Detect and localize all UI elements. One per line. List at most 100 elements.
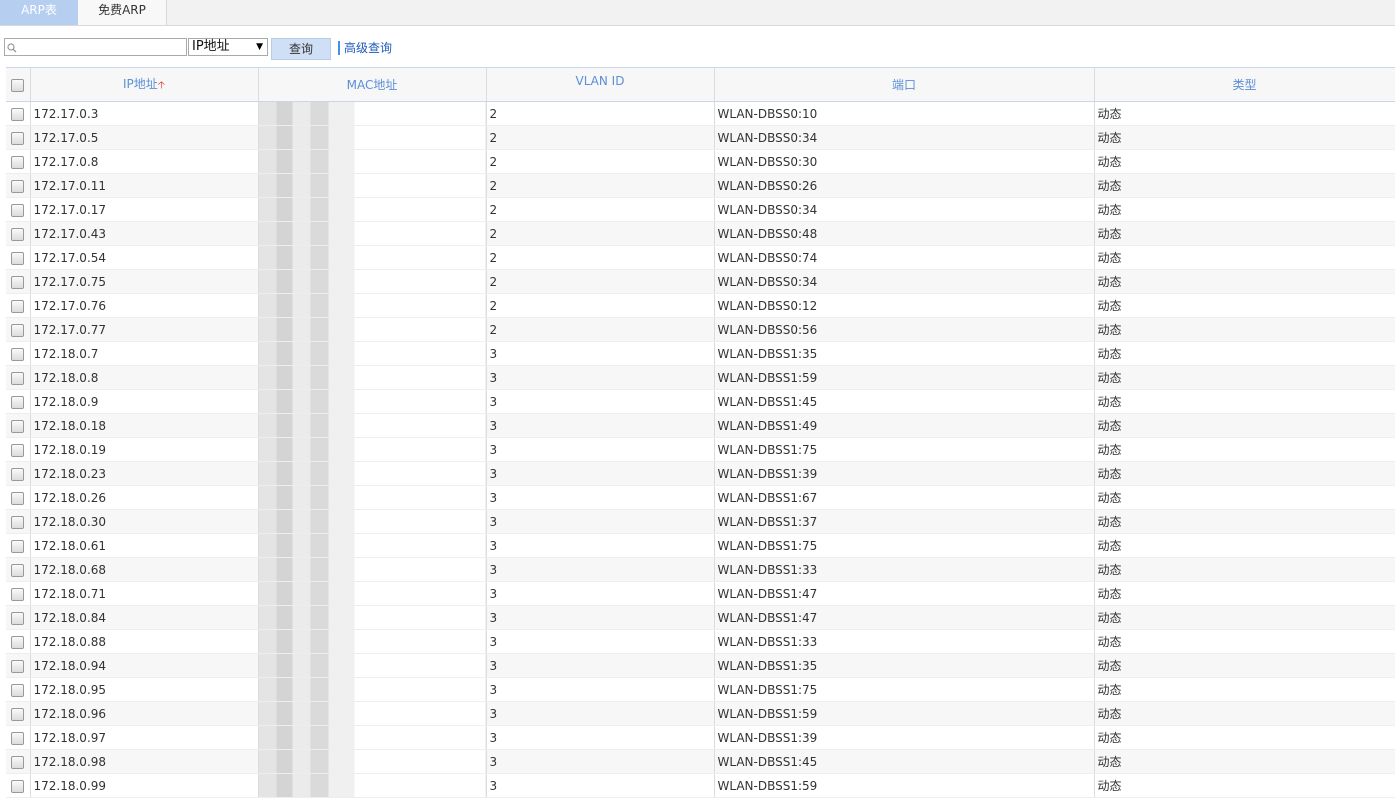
cell-vlan: 3 [486,413,715,438]
row-checkbox[interactable] [11,539,25,553]
table-row[interactable]: 172.17.0.75 2 WLAN-DBSS0:34 动态 [6,269,1395,294]
table-row[interactable]: 172.18.0.88 3 WLAN-DBSS1:33 动态 [6,629,1395,654]
row-checkbox[interactable] [11,107,25,121]
row-checkbox[interactable] [11,275,25,289]
row-checkbox[interactable] [11,131,25,145]
row-checkbox[interactable] [11,611,25,625]
table-row[interactable]: 172.18.0.98 3 WLAN-DBSS1:45 动态 [6,749,1395,774]
table-row[interactable]: 172.18.0.19 3 WLAN-DBSS1:75 动态 [6,437,1395,462]
row-checkbox[interactable] [11,299,25,313]
table-row[interactable]: 172.17.0.17 2 WLAN-DBSS0:34 动态 [6,197,1395,222]
row-checkbox[interactable] [11,227,25,241]
column-header-vlan[interactable]: VLAN ID [486,68,715,102]
tab-gratuitous-arp[interactable]: 免费ARP [78,0,167,25]
cell-ip: 172.18.0.7 [30,341,259,366]
row-checkbox[interactable] [11,491,25,505]
row-checkbox[interactable] [11,659,25,673]
table-row[interactable]: 172.17.0.5 2 WLAN-DBSS0:34 动态 [6,125,1395,150]
table-row[interactable]: 172.18.0.30 3 WLAN-DBSS1:37 动态 [6,509,1395,534]
table-row[interactable]: 172.18.0.68 3 WLAN-DBSS1:33 动态 [6,557,1395,582]
search-input[interactable] [18,39,184,55]
row-checkbox[interactable] [11,323,25,337]
table-row[interactable]: 172.17.0.8 2 WLAN-DBSS0:30 动态 [6,149,1395,174]
column-header-port[interactable]: 端口 [714,68,1095,102]
table-row[interactable]: 172.18.0.8 3 WLAN-DBSS1:59 动态 [6,365,1395,390]
select-all-checkbox[interactable] [11,78,25,92]
cell-type: 动态 [1094,677,1395,702]
cell-port: WLAN-DBSS1:47 [714,605,1095,630]
row-checkbox[interactable] [11,155,25,169]
table-row[interactable]: 172.18.0.61 3 WLAN-DBSS1:75 动态 [6,533,1395,558]
cell-port: WLAN-DBSS1:35 [714,341,1095,366]
table-row[interactable]: 172.17.0.76 2 WLAN-DBSS0:12 动态 [6,293,1395,318]
table-row[interactable]: 172.17.0.11 2 WLAN-DBSS0:26 动态 [6,173,1395,198]
table-row[interactable]: 172.18.0.18 3 WLAN-DBSS1:49 动态 [6,413,1395,438]
cell-ip: 172.18.0.95 [30,677,259,702]
table-row[interactable]: 172.18.0.23 3 WLAN-DBSS1:39 动态 [6,461,1395,486]
row-select-cell [6,533,31,558]
row-checkbox[interactable] [11,515,25,529]
cell-port: WLAN-DBSS0:34 [714,269,1095,294]
row-checkbox[interactable] [11,635,25,649]
table-row[interactable]: 172.18.0.84 3 WLAN-DBSS1:47 动态 [6,605,1395,630]
tab-bar: ARP表 免费ARP [0,0,1395,26]
cell-mac-redacted [258,605,487,630]
table-row[interactable]: 172.17.0.43 2 WLAN-DBSS0:48 动态 [6,221,1395,246]
table-row[interactable]: 172.18.0.96 3 WLAN-DBSS1:59 动态 [6,701,1395,726]
cell-vlan: 3 [486,605,715,630]
table-row[interactable]: 172.18.0.7 3 WLAN-DBSS1:35 动态 [6,341,1395,366]
row-checkbox[interactable] [11,395,25,409]
row-checkbox[interactable] [11,371,25,385]
cell-mac-redacted [258,437,487,462]
cell-mac-redacted [258,293,487,318]
row-checkbox[interactable] [11,707,25,721]
table-row[interactable]: 172.18.0.26 3 WLAN-DBSS1:67 动态 [6,485,1395,510]
row-checkbox[interactable] [11,731,25,745]
row-checkbox[interactable] [11,347,25,361]
cell-ip: 172.17.0.3 [30,101,259,126]
column-header-type[interactable]: 类型 [1094,68,1395,102]
tab-arp-table[interactable]: ARP表 [0,0,78,25]
filter-field-select[interactable]: IP地址 ▼ [188,38,268,56]
row-select-cell [6,677,31,702]
row-checkbox[interactable] [11,683,25,697]
column-header-ip[interactable]: IP地址🡡 [30,68,259,102]
table-row[interactable]: 172.18.0.9 3 WLAN-DBSS1:45 动态 [6,389,1395,414]
cell-vlan: 3 [486,437,715,462]
table-row[interactable]: 172.18.0.94 3 WLAN-DBSS1:35 动态 [6,653,1395,678]
cell-type: 动态 [1094,293,1395,318]
cell-type: 动态 [1094,101,1395,126]
row-checkbox[interactable] [11,203,25,217]
cell-ip: 172.18.0.94 [30,653,259,678]
row-checkbox[interactable] [11,179,25,193]
cell-ip: 172.18.0.88 [30,629,259,654]
cell-port: WLAN-DBSS1:59 [714,701,1095,726]
row-select-cell [6,197,31,222]
row-checkbox[interactable] [11,419,25,433]
table-row[interactable]: 172.17.0.77 2 WLAN-DBSS0:56 动态 [6,317,1395,342]
row-checkbox[interactable] [11,755,25,769]
column-header-mac[interactable]: MAC地址 [258,68,487,102]
row-checkbox[interactable] [11,443,25,457]
row-checkbox[interactable] [11,467,25,481]
table-row[interactable]: 172.18.0.71 3 WLAN-DBSS1:47 动态 [6,581,1395,606]
cell-mac-redacted [258,461,487,486]
query-button[interactable]: 查询 [271,38,331,60]
search-box[interactable] [4,38,187,56]
cell-mac-redacted [258,485,487,510]
cell-vlan: 3 [486,341,715,366]
cell-type: 动态 [1094,341,1395,366]
table-row[interactable]: 172.18.0.99 3 WLAN-DBSS1:59 动态 [6,773,1395,798]
advanced-query-link[interactable]: 高级查询 [344,40,392,56]
row-checkbox[interactable] [11,251,25,265]
table-row[interactable]: 172.17.0.54 2 WLAN-DBSS0:74 动态 [6,245,1395,270]
row-checkbox[interactable] [11,779,25,793]
row-checkbox[interactable] [11,563,25,577]
table-row[interactable]: 172.17.0.3 2 WLAN-DBSS0:10 动态 [6,101,1395,126]
cell-ip: 172.17.0.11 [30,173,259,198]
cell-port: WLAN-DBSS0:74 [714,245,1095,270]
table-row[interactable]: 172.18.0.95 3 WLAN-DBSS1:75 动态 [6,677,1395,702]
cell-port: WLAN-DBSS1:75 [714,533,1095,558]
table-row[interactable]: 172.18.0.97 3 WLAN-DBSS1:39 动态 [6,725,1395,750]
row-checkbox[interactable] [11,587,25,601]
